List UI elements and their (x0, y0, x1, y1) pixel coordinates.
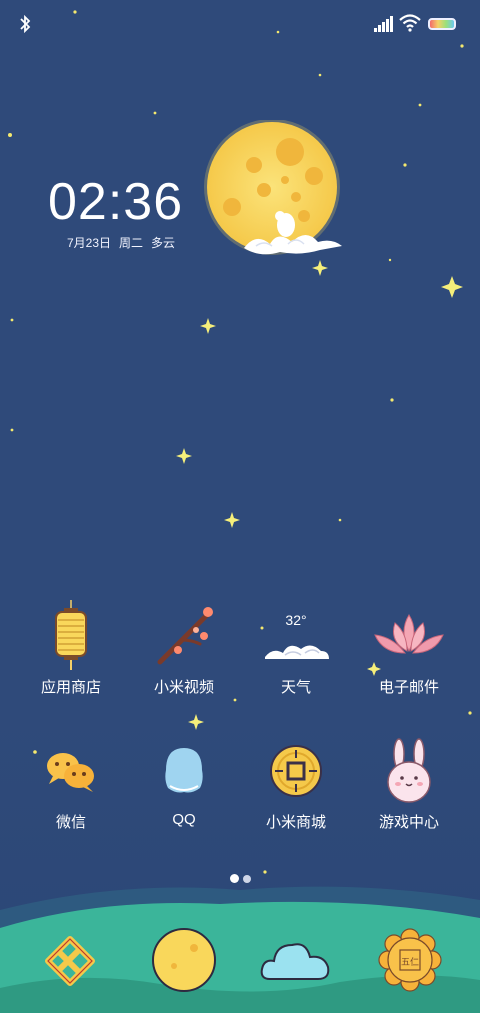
penguin-icon (144, 735, 224, 807)
battery-icon (428, 18, 456, 30)
cloud-icon (260, 943, 330, 980)
chat-bubbles-icon (31, 735, 111, 807)
app-wechat[interactable]: 微信 (16, 735, 126, 832)
mooncake-icon: 五仁 (378, 928, 442, 992)
app-weather[interactable]: 32° 天气 (241, 600, 351, 697)
wifi-icon (399, 14, 421, 32)
dock-app-knot[interactable] (30, 920, 110, 1000)
app-qq[interactable]: QQ (129, 735, 239, 828)
clock-widget[interactable]: 02:36 7月23日 周二 多云 (48, 170, 188, 250)
app-game-center[interactable]: 游戏中心 (354, 735, 464, 832)
app-label: 电子邮件 (378, 679, 439, 696)
bluetooth-icon (20, 14, 31, 34)
status-bar (0, 0, 480, 50)
clock-time: 02:36 (48, 173, 184, 231)
signal-icon (374, 16, 393, 32)
moon-illustration (204, 120, 342, 255)
lantern-icon (31, 600, 111, 672)
app-label: 应用商店 (40, 679, 101, 696)
chinese-knot-icon (45, 936, 95, 986)
dock-app-moon[interactable] (144, 920, 224, 1000)
clock-weather: 多云 (151, 236, 176, 250)
app-label: 天气 (280, 679, 311, 696)
clock-date: 7月23日 (67, 236, 112, 250)
dock: 五仁 (0, 870, 480, 1013)
moon-icon (152, 928, 216, 992)
app-label: 微信 (55, 814, 86, 831)
clock-meta: 7月23日 周二 多云 (67, 234, 183, 251)
app-app-store[interactable]: 应用商店 (16, 600, 126, 697)
lotus-icon (369, 600, 449, 672)
dock-app-mooncake[interactable]: 五仁 (370, 920, 450, 1000)
cloud-weather-icon: 32° (256, 600, 336, 672)
coin-icon (256, 735, 336, 807)
app-email[interactable]: 电子邮件 (354, 600, 464, 697)
app-mi-store[interactable]: 小米商城 (241, 735, 351, 832)
app-label: QQ (172, 811, 196, 828)
app-label: 游戏中心 (378, 814, 439, 831)
mooncake-text: 五仁 (401, 956, 419, 968)
app-mi-video[interactable]: 小米视频 (129, 600, 239, 697)
app-label: 小米商城 (265, 814, 326, 831)
plum-branch-icon (144, 600, 224, 672)
rabbit-icon (369, 735, 449, 807)
weather-temperature: 32° (285, 612, 307, 628)
dock-app-cloud[interactable] (256, 920, 336, 1000)
app-label: 小米视频 (153, 679, 214, 696)
clock-weekday: 周二 (119, 236, 144, 250)
